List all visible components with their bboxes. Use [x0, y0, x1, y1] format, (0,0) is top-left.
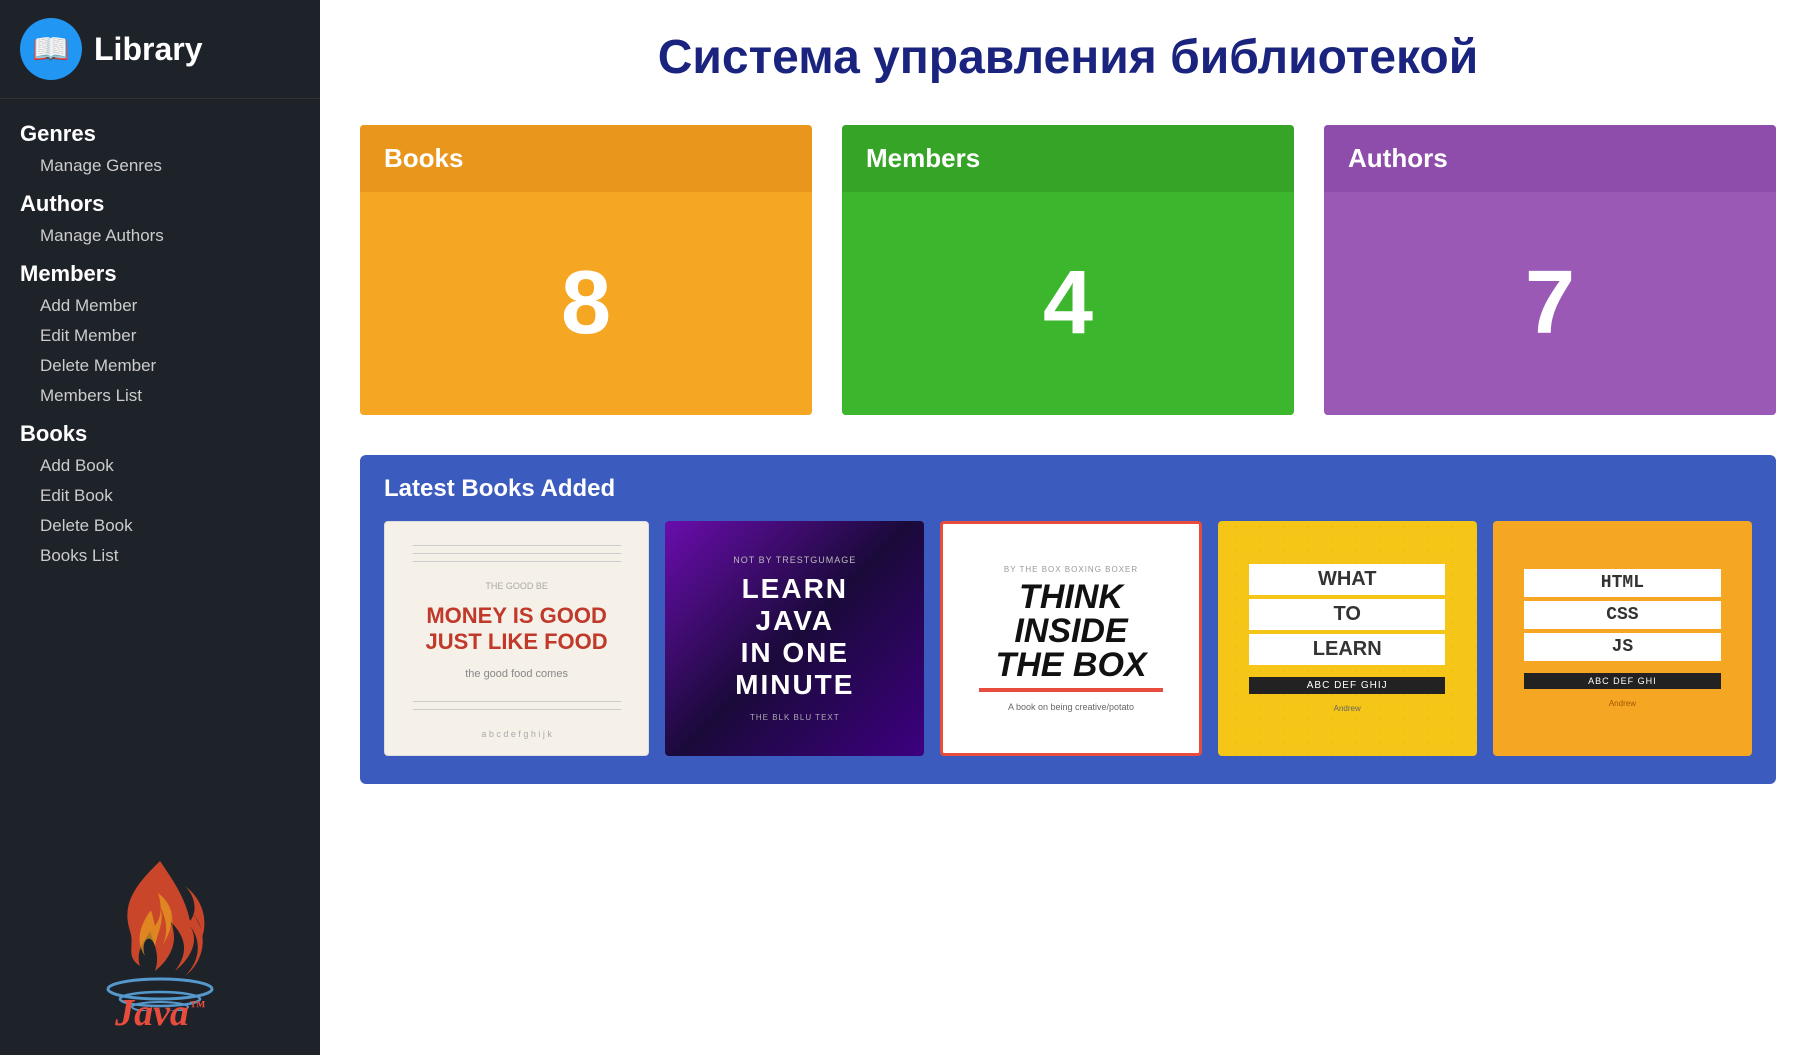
book-cover-1[interactable]: THE GOOD BE MONEY IS GOOD JUST LIKE FOOD… [384, 521, 649, 756]
book-5-author: Andrew [1609, 699, 1636, 708]
sidebar-item-members-list[interactable]: Members List [0, 381, 320, 411]
page-title: Система управления библиотекой [360, 30, 1776, 85]
book-3-author: BY THE BOX BOXING BOXER [1004, 565, 1138, 574]
sidebar-item-manage-genres[interactable]: Manage Genres [0, 151, 320, 181]
book-5-content: HTML CSS JS ABC DEF GHI Andrew [1507, 569, 1738, 708]
sidebar-item-edit-book[interactable]: Edit Book [0, 481, 320, 511]
stat-card-authors-header: Authors [1324, 125, 1776, 192]
sidebar-section-members[interactable]: Members [0, 251, 320, 291]
book-4-word-3: LEARN [1249, 634, 1446, 665]
book-1-title: MONEY IS GOOD JUST LIKE FOOD [401, 603, 632, 656]
logo-text: Library [94, 31, 202, 68]
java-flame-icon [90, 851, 230, 1011]
book-4-word-1: WHAT [1249, 564, 1446, 595]
book-4-author: Andrew [1334, 704, 1361, 713]
stat-card-members-header: Members [842, 125, 1294, 192]
sidebar-section-genres[interactable]: Genres [0, 111, 320, 151]
book-1-subtitle: the good food comes [465, 668, 568, 680]
stat-card-books-value: 8 [360, 192, 812, 415]
book-1-bottom-text: a b c d e f g h i j k [481, 729, 552, 739]
book-cover-5[interactable]: HTML CSS JS ABC DEF GHI Andrew [1493, 521, 1752, 756]
stat-card-members[interactable]: Members 4 [842, 125, 1294, 415]
stat-card-books-header: Books [360, 125, 812, 192]
book-4-word-2: TO [1249, 599, 1446, 630]
sidebar-section-books[interactable]: Books [0, 411, 320, 451]
stat-card-authors-value: 7 [1324, 192, 1776, 415]
sidebar-item-books-list[interactable]: Books List [0, 541, 320, 571]
book-5-word-1: HTML [1524, 569, 1721, 597]
book-3-title: THINKINSIDETHE BOX [995, 580, 1146, 682]
book-1-decoration-bottom [413, 694, 621, 717]
book-4-badge: ABC DEF GHIJ [1249, 677, 1446, 694]
book-3-subtitle: A book on being creative/potato [1008, 702, 1134, 712]
book-cover-2[interactable]: NOT BY TRESTGUMAGE LEARNJAVAIN ONEMINUTE… [665, 521, 924, 756]
library-icon: 📖 [20, 18, 82, 80]
book-5-word-2: CSS [1524, 601, 1721, 629]
stats-row: Books 8 Members 4 Authors 7 [360, 125, 1776, 415]
book-2-top-text: NOT BY TRESTGUMAGE [733, 555, 856, 565]
sidebar-item-delete-member[interactable]: Delete Member [0, 351, 320, 381]
sidebar-item-delete-book[interactable]: Delete Book [0, 511, 320, 541]
book-1-top-text: THE GOOD BE [485, 581, 548, 591]
java-text: Java™ [115, 991, 205, 1035]
book-5-badge: ABC DEF GHI [1524, 673, 1721, 689]
sidebar-item-manage-authors[interactable]: Manage Authors [0, 221, 320, 251]
sidebar-item-add-member[interactable]: Add Member [0, 291, 320, 321]
sidebar-item-edit-member[interactable]: Edit Member [0, 321, 320, 351]
stat-card-authors[interactable]: Authors 7 [1324, 125, 1776, 415]
sidebar-section-authors[interactable]: Authors [0, 181, 320, 221]
book-3-underline [979, 688, 1164, 692]
book-cover-4[interactable]: WHAT TO LEARN ABC DEF GHIJ Andrew [1218, 521, 1477, 756]
sidebar-logo: 📖 Library [0, 0, 320, 99]
latest-books-section: Latest Books Added THE GOOD BE MONEY IS … [360, 455, 1776, 784]
sidebar-nav: Genres Manage Genres Authors Manage Auth… [0, 99, 320, 831]
book-4-content: WHAT TO LEARN ABC DEF GHIJ Andrew [1232, 564, 1463, 713]
latest-books-title: Latest Books Added [384, 475, 1752, 503]
books-row: THE GOOD BE MONEY IS GOOD JUST LIKE FOOD… [384, 521, 1752, 756]
sidebar: 📖 Library Genres Manage Genres Authors M… [0, 0, 320, 1055]
book-5-word-3: JS [1524, 633, 1721, 661]
book-cover-3[interactable]: BY THE BOX BOXING BOXER THINKINSIDETHE B… [940, 521, 1201, 756]
book-1-decoration [413, 538, 621, 569]
book-2-title: LEARNJAVAIN ONEMINUTE [735, 573, 854, 702]
stat-card-books[interactable]: Books 8 [360, 125, 812, 415]
java-logo-area: Java™ [0, 831, 320, 1055]
sidebar-item-add-book[interactable]: Add Book [0, 451, 320, 481]
main-content: Система управления библиотекой Books 8 M… [320, 0, 1816, 1055]
stat-card-members-value: 4 [842, 192, 1294, 415]
book-2-bottom-text: THE BLK BLU TEXT [750, 713, 840, 722]
